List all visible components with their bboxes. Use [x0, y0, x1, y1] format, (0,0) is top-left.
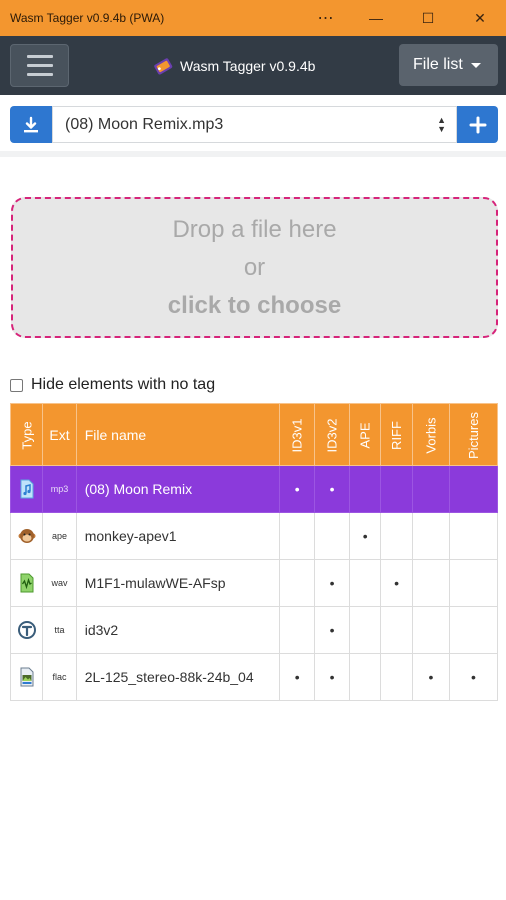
ape-cell	[349, 559, 382, 607]
hamburger-bar	[26, 73, 53, 76]
ext-cell: tta	[42, 606, 77, 654]
riff-cell	[380, 606, 413, 654]
dropzone-line-2: or	[243, 253, 266, 281]
monkey-file-icon	[18, 529, 36, 543]
col-header-ape[interactable]: APE	[349, 403, 382, 466]
select-arrows-icon: ▲ ▼	[437, 115, 446, 134]
hamburger-menu-button[interactable]	[10, 44, 69, 87]
id3v2-cell: •	[314, 653, 351, 701]
ape-cell	[349, 465, 382, 513]
hide-empty-toggle[interactable]: Hide elements with no tag	[10, 374, 215, 396]
pictures-cell	[448, 465, 499, 513]
riff-cell	[380, 653, 413, 701]
hide-empty-checkbox[interactable]	[10, 378, 23, 392]
file-list-dropdown-button[interactable]: File list	[399, 44, 498, 86]
ext-cell: mp3	[42, 465, 77, 513]
col-header-id3v1[interactable]: ID3v1	[279, 403, 316, 466]
maximize-button[interactable]: ☐	[402, 0, 454, 36]
id3v1-cell: •	[279, 465, 316, 513]
add-file-button[interactable]	[457, 106, 498, 143]
riff-cell	[380, 465, 413, 513]
id3v2-cell: •	[314, 606, 351, 654]
col-header-type[interactable]: Type	[9, 403, 44, 466]
id3v2-cell: •	[314, 465, 351, 513]
plus-icon	[469, 116, 486, 133]
file-select-bar: (08) Moon Remix.mp3 ▲ ▼	[0, 95, 506, 157]
type-cell	[9, 559, 44, 607]
id3v2-cell: •	[314, 559, 351, 607]
filename-cell: M1F1-mulawWE-AFsp	[75, 559, 281, 607]
app-navbar: Wasm Tagger v0.9.4b File list	[0, 36, 506, 95]
dropzone-line-1: Drop a file here	[172, 215, 337, 243]
vorbis-cell	[411, 559, 450, 607]
filename-cell: 2L-125_stereo-88k-24b_04	[75, 653, 281, 701]
tag-logo-icon	[154, 58, 173, 75]
window-titlebar: Wasm Tagger v0.9.4b (PWA) ⋯ — ☐ ✕	[0, 0, 506, 36]
hamburger-bar	[26, 55, 53, 58]
ext-cell: flac	[42, 653, 77, 701]
ape-cell	[349, 606, 382, 654]
wave-file-icon	[20, 573, 34, 593]
tta-file-icon	[17, 621, 36, 639]
col-header-filename[interactable]: File name	[75, 403, 281, 466]
caret-down-icon	[470, 62, 481, 68]
vorbis-cell	[411, 606, 450, 654]
pictures-cell	[448, 606, 499, 654]
col-header-ext[interactable]: Ext	[42, 403, 77, 466]
riff-cell	[380, 512, 413, 560]
ape-cell	[349, 653, 382, 701]
ape-cell: •	[349, 512, 382, 560]
col-header-pictures[interactable]: Pictures	[448, 403, 499, 466]
window-title: Wasm Tagger v0.9.4b (PWA)	[10, 11, 165, 25]
file-drop-zone[interactable]: Drop a file here or click to choose	[11, 197, 498, 338]
file-select-value: (08) Moon Remix.mp3	[65, 115, 224, 133]
filename-cell: monkey-apev1	[75, 512, 281, 560]
id3v1-cell: •	[279, 653, 316, 701]
table-header-row: Type Ext File name ID3v1 ID3v2 APE RIFF …	[9, 403, 499, 466]
file-list-label: File list	[413, 56, 463, 73]
type-cell	[9, 606, 44, 654]
table-row[interactable]: tta id3v2 •	[9, 606, 499, 654]
id3v1-cell	[279, 512, 316, 560]
flac-file-icon	[20, 667, 34, 687]
file-tag-table: Type Ext File name ID3v1 ID3v2 APE RIFF …	[9, 403, 499, 701]
ext-cell: wav	[42, 559, 77, 607]
vorbis-cell	[411, 512, 450, 560]
type-cell	[9, 653, 44, 701]
filename-cell: (08) Moon Remix	[75, 465, 281, 513]
table-row[interactable]: ape monkey-apev1 •	[9, 512, 499, 560]
pictures-cell	[448, 559, 499, 607]
window-menu-button[interactable]: ⋯	[302, 0, 350, 36]
col-header-id3v2[interactable]: ID3v2	[314, 403, 351, 466]
pictures-cell: •	[448, 653, 499, 701]
table-row[interactable]: wav M1F1-mulawWE-AFsp • •	[9, 559, 499, 607]
table-row[interactable]: mp3 (08) Moon Remix • •	[9, 465, 499, 513]
download-button[interactable]	[10, 106, 52, 143]
music-file-icon	[20, 479, 34, 499]
hide-empty-label: Hide elements with no tag	[31, 376, 216, 393]
vorbis-cell: •	[411, 653, 450, 701]
pictures-cell	[448, 512, 499, 560]
app-brand: Wasm Tagger v0.9.4b	[152, 53, 315, 79]
id3v2-cell	[314, 512, 351, 560]
minimize-button[interactable]: —	[350, 0, 402, 36]
col-header-vorbis[interactable]: Vorbis	[411, 403, 450, 466]
id3v1-cell	[279, 559, 316, 607]
vorbis-cell	[411, 465, 450, 513]
close-button[interactable]: ✕	[454, 0, 506, 36]
table-row[interactable]: flac 2L-125_stereo-88k-24b_04 • • • •	[9, 653, 499, 701]
hamburger-bar	[26, 64, 53, 67]
type-cell	[9, 465, 44, 513]
col-header-riff[interactable]: RIFF	[380, 403, 413, 466]
download-icon	[24, 116, 38, 132]
ext-cell: ape	[42, 512, 77, 560]
id3v1-cell	[279, 606, 316, 654]
app-brand-text: Wasm Tagger v0.9.4b	[180, 58, 316, 74]
filename-cell: id3v2	[75, 606, 281, 654]
dropzone-line-3: click to choose	[167, 291, 342, 319]
type-cell	[9, 512, 44, 560]
file-select[interactable]: (08) Moon Remix.mp3 ▲ ▼	[52, 106, 457, 143]
riff-cell: •	[380, 559, 413, 607]
